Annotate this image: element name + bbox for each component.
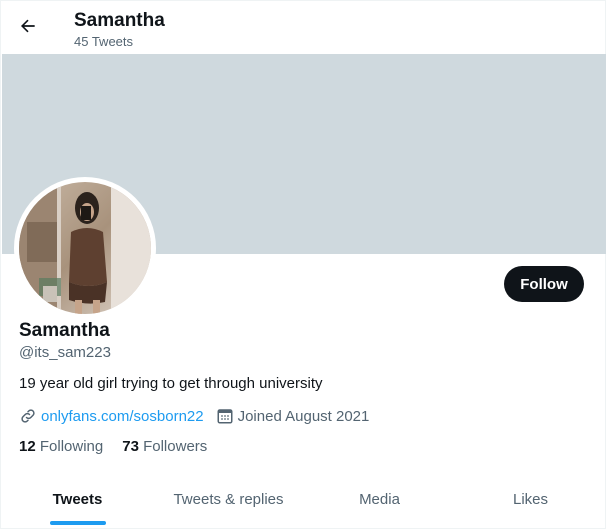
joined-date: Joined August 2021: [237, 407, 370, 425]
follow-stats: 12 Following 73 Followers: [19, 438, 226, 455]
tab-label: Tweets & replies: [173, 490, 284, 508]
tab-media[interactable]: Media: [304, 471, 455, 527]
following-label: Following: [39, 438, 104, 455]
profile-tabs: Tweets Tweets & replies Media Likes: [2, 471, 606, 527]
tab-tweets[interactable]: Tweets: [2, 471, 153, 527]
link-icon: [19, 407, 37, 425]
tab-label: Tweets: [52, 490, 103, 508]
user-bio: 19 year old girl trying to get through u…: [19, 375, 323, 392]
profile-header: Samantha 45 Tweets: [1, 1, 606, 54]
display-name: Samantha: [19, 320, 110, 341]
followers-label: Followers: [143, 438, 208, 455]
profile-page: Samantha 45 Tweets Follow Samantha @its_…: [0, 0, 606, 529]
followers-count: 73: [122, 438, 139, 455]
tweet-count: 45 Tweets: [74, 34, 134, 49]
tab-tweets-replies[interactable]: Tweets & replies: [153, 471, 304, 527]
avatar[interactable]: [14, 177, 156, 319]
tab-label: Media: [359, 490, 400, 508]
follow-button[interactable]: Follow: [504, 266, 584, 302]
tab-label: Likes: [512, 490, 549, 508]
calendar-icon: [216, 407, 234, 425]
tab-likes[interactable]: Likes: [455, 471, 606, 527]
profile-meta: onlyfans.com/sosborn22 Joined August 202…: [19, 406, 369, 426]
following-link[interactable]: 12 Following: [19, 438, 103, 455]
back-button[interactable]: [10, 10, 46, 46]
followers-link[interactable]: 73 Followers: [122, 438, 207, 455]
active-tab-indicator: [49, 521, 106, 525]
arrow-left-icon: [18, 16, 38, 41]
header-title: Samantha: [74, 10, 165, 31]
avatar-photo: [19, 182, 151, 314]
following-count: 12: [19, 438, 36, 455]
website-link[interactable]: onlyfans.com/sosborn22: [41, 408, 204, 425]
user-handle: @its_sam223: [19, 344, 111, 361]
